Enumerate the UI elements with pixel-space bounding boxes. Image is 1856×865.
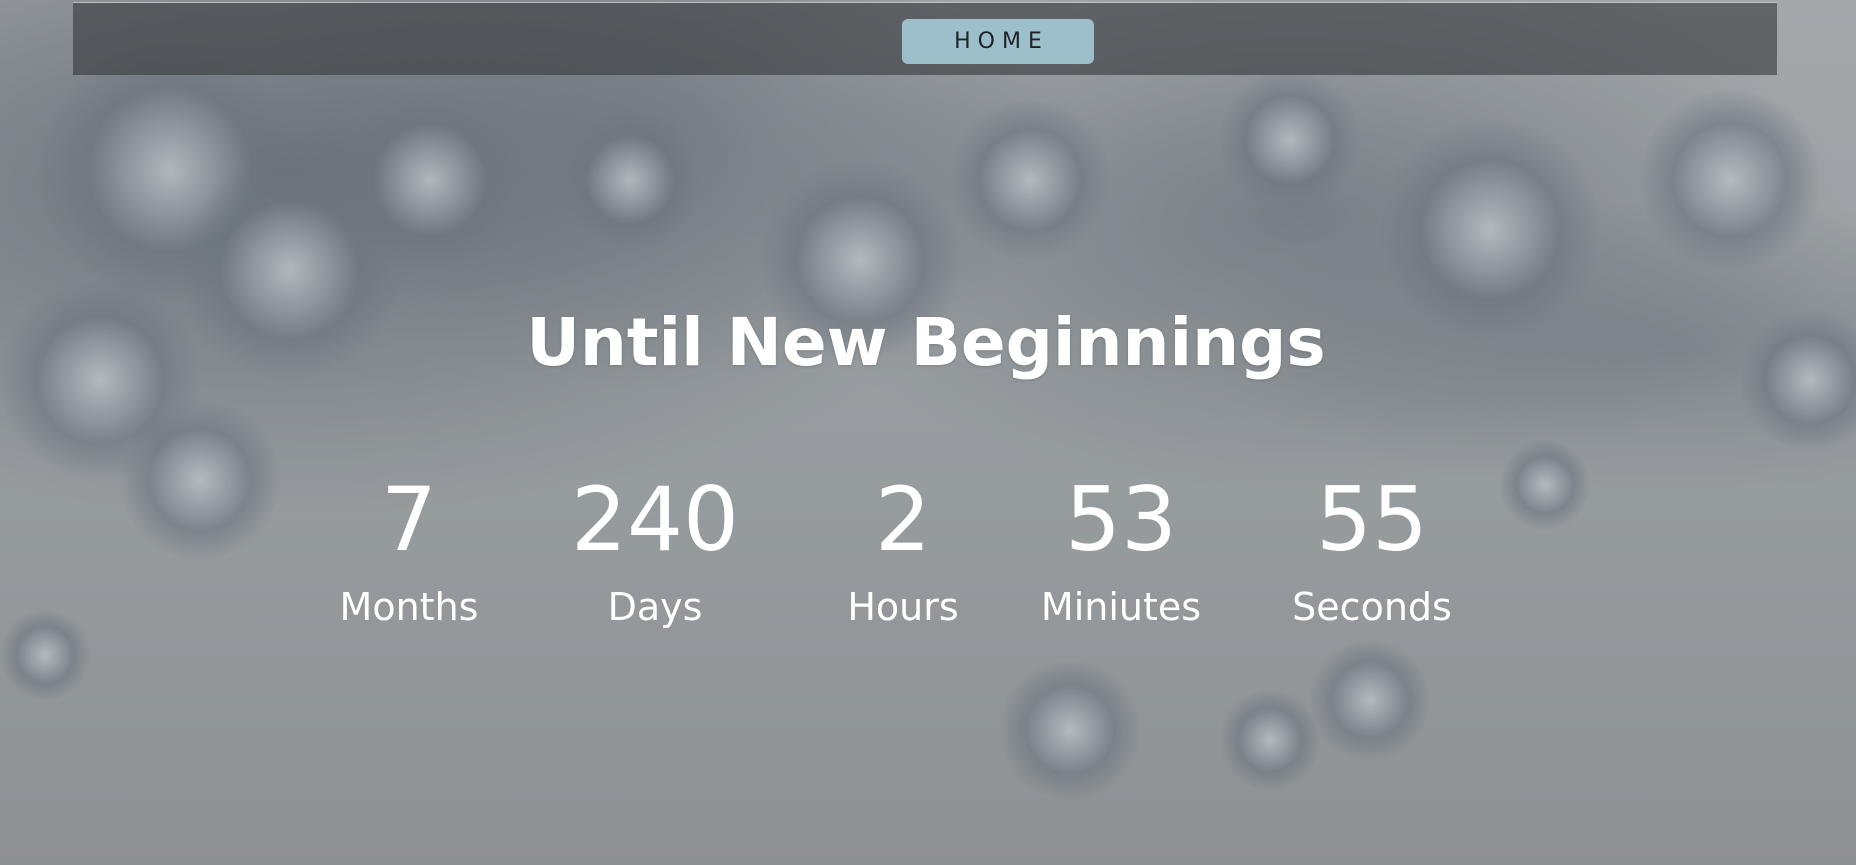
background-overlay bbox=[0, 0, 1856, 865]
countdown-seconds: 55 Seconds bbox=[1262, 468, 1482, 632]
nav-bar: HOME bbox=[73, 2, 1777, 75]
seconds-value: 55 bbox=[1316, 468, 1428, 571]
page: HOME Until New Beginnings 7 Months 240 D… bbox=[0, 0, 1856, 865]
minutes-value: 53 bbox=[1065, 468, 1177, 571]
countdown-days: 240 Days bbox=[545, 468, 765, 632]
countdown-months: 7 Months bbox=[299, 468, 519, 632]
days-label: Days bbox=[607, 585, 703, 629]
countdown: 7 Months 240 Days 2 Hours 53 Miniutes 55… bbox=[0, 468, 1856, 668]
hours-value: 2 bbox=[875, 468, 931, 571]
days-value: 240 bbox=[571, 468, 739, 571]
seconds-label: Seconds bbox=[1292, 585, 1452, 629]
countdown-minutes: 53 Miniutes bbox=[1011, 468, 1231, 632]
months-value: 7 bbox=[381, 468, 437, 571]
hours-label: Hours bbox=[847, 585, 959, 629]
months-label: Months bbox=[339, 585, 479, 629]
minutes-label: Miniutes bbox=[1040, 585, 1202, 629]
page-title: Until New Beginnings bbox=[526, 304, 1326, 381]
home-button[interactable]: HOME bbox=[902, 19, 1094, 64]
countdown-hours: 2 Hours bbox=[793, 468, 1013, 632]
